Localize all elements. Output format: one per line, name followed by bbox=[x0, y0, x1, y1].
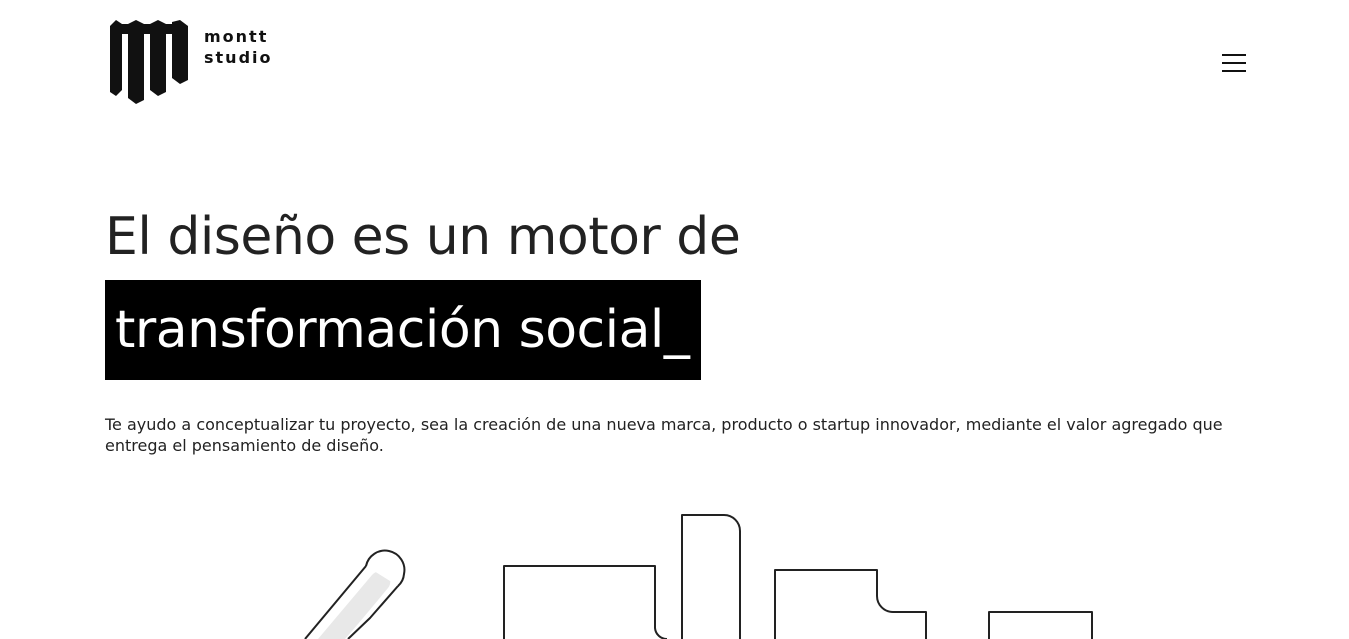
hero-section: El diseño es un motor de transformación … bbox=[105, 200, 1245, 380]
menu-button[interactable] bbox=[1218, 50, 1250, 76]
hero-headline: El diseño es un motor de bbox=[105, 207, 741, 267]
illustration-block-1 bbox=[503, 565, 668, 639]
illustration-block-3 bbox=[774, 569, 927, 639]
hero-intro-text: Te ayudo a conceptualizar tu proyecto, s… bbox=[105, 415, 1223, 455]
brand-name-line1: montt bbox=[204, 27, 269, 46]
brand-logo-link[interactable]: montt studio bbox=[108, 20, 273, 104]
montt-logo-icon bbox=[110, 20, 188, 104]
hero-highlight: transformación social_ bbox=[105, 280, 702, 380]
brand-name-line2: studio bbox=[204, 48, 273, 67]
illustration-block-2 bbox=[681, 514, 741, 639]
brand-name: montt studio bbox=[204, 26, 273, 68]
hero-illustration bbox=[304, 514, 1093, 639]
site-header: montt studio bbox=[0, 0, 1349, 120]
illustration-block-4 bbox=[988, 611, 1093, 639]
